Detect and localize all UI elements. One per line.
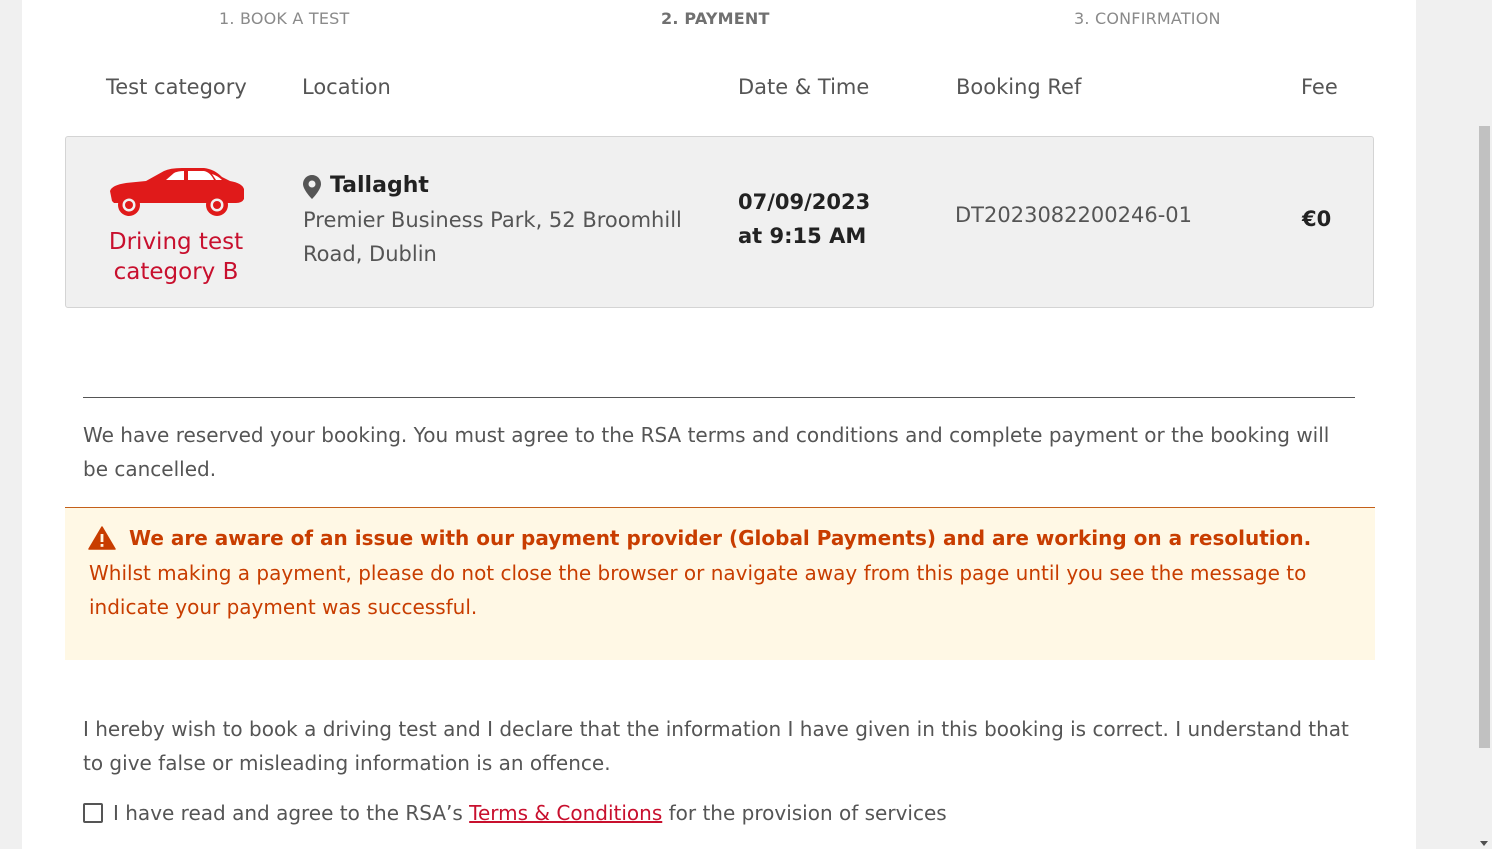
terms-suffix: for the provision of services xyxy=(662,801,947,825)
warning-body: Whilst making a payment, please do not c… xyxy=(89,561,1307,619)
warning-triangle-icon xyxy=(88,526,116,550)
scrollbar[interactable] xyxy=(1477,0,1492,849)
divider xyxy=(83,397,1355,398)
payment-page: 1. BOOK A TEST 2. PAYMENT 3. CONFIRMATIO… xyxy=(22,0,1416,849)
location-name: Tallaght xyxy=(330,173,429,198)
map-pin-icon xyxy=(303,175,321,199)
terms-checkbox[interactable] xyxy=(83,803,103,823)
step-confirmation: 3. CONFIRMATION xyxy=(1074,9,1221,28)
terms-prefix: I have read and agree to the RSA’s xyxy=(113,801,470,825)
test-category-label: Driving test category B xyxy=(86,227,266,287)
booking-summary-card: Driving test category B Tallaght Premier… xyxy=(65,136,1374,308)
step-book-a-test: 1. BOOK A TEST xyxy=(219,9,350,28)
booking-date: 07/09/2023 xyxy=(738,190,871,214)
booking-date-time: 07/09/2023 at 9:15 AM xyxy=(738,185,918,253)
scrollbar-thumb[interactable] xyxy=(1479,126,1490,748)
location-address: Premier Business Park, 52 Broomhill Road… xyxy=(303,208,682,266)
header-fee: Fee xyxy=(1301,75,1338,99)
terms-conditions-link[interactable]: Terms & Conditions xyxy=(469,801,662,825)
declaration-text: I hereby wish to book a driving test and… xyxy=(83,717,1349,775)
reserved-notice: We have reserved your booking. You must … xyxy=(83,423,1330,481)
header-date-time: Date & Time xyxy=(738,75,870,99)
scroll-down-arrow-icon[interactable] xyxy=(1480,841,1488,846)
booking-ref: DT2023082200246-01 xyxy=(955,203,1192,227)
car-icon xyxy=(110,168,244,216)
step-payment: 2. PAYMENT xyxy=(661,9,770,28)
booking-time: at 9:15 AM xyxy=(738,224,867,248)
header-location: Location xyxy=(302,75,391,99)
booking-fee: €0 xyxy=(1302,207,1332,231)
terms-agreement-row: I have read and agree to the RSA’s Terms… xyxy=(83,801,947,825)
category-line-2: category B xyxy=(113,259,239,285)
header-booking-ref: Booking Ref xyxy=(956,75,1082,99)
payment-warning-banner: We are aware of an issue with our paymen… xyxy=(65,507,1375,660)
warning-title: We are aware of an issue with our paymen… xyxy=(129,526,1312,550)
header-test-category: Test category xyxy=(106,75,247,99)
category-line-1: Driving test xyxy=(108,229,244,255)
terms-agreement-label: I have read and agree to the RSA’s Terms… xyxy=(113,801,947,825)
